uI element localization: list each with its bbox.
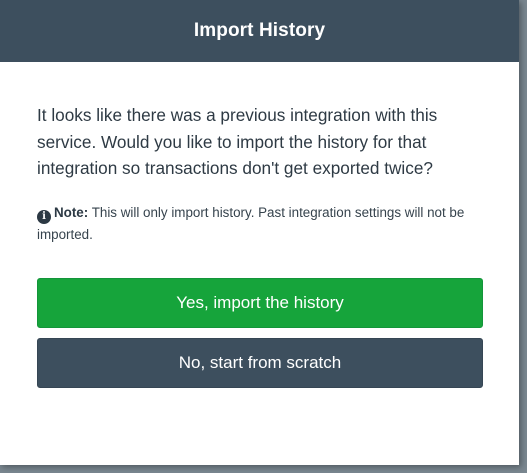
note-label: Note:: [54, 204, 89, 220]
info-icon: i: [37, 209, 51, 224]
dialog-header: Import History: [0, 0, 519, 62]
dialog-message: It looks like there was a previous integ…: [37, 105, 438, 178]
note-text: i Note: This will only import history. Pa…: [37, 202, 477, 246]
dialog-body: It looks like there was a previous integ…: [0, 62, 519, 388]
note-body: This will only import history. Past inte…: [37, 204, 465, 242]
import-history-dialog: Import History It looks like there was a…: [0, 0, 519, 465]
start-from-scratch-button[interactable]: No, start from scratch: [37, 337, 483, 388]
dialog-title: Import History: [193, 20, 326, 41]
modal-overlay: Import History It looks like there was a…: [0, 0, 527, 473]
import-history-button[interactable]: Yes, import the history: [37, 277, 483, 328]
